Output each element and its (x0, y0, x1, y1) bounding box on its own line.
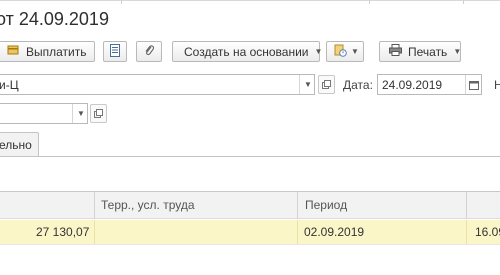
document-list-icon (109, 43, 121, 60)
document-list-button[interactable] (103, 41, 127, 62)
cell-period: 02.09.2019 (304, 225, 365, 239)
table-row-bottom-border (0, 244, 500, 245)
pay-button[interactable]: Выплатить (0, 41, 95, 62)
create-based-on-label: Создать на основании (184, 44, 309, 59)
column-header-territory[interactable]: Терр., усл. труда (101, 198, 195, 212)
tab-additional[interactable]: ельно (0, 132, 39, 156)
printer-icon (389, 44, 402, 59)
status-icon (334, 44, 347, 60)
chevron-down-icon: ▼ (314, 47, 323, 56)
cell-date-end: 16.09 (475, 225, 500, 239)
column-separator (94, 192, 95, 219)
chevron-down-icon: ▼ (351, 47, 359, 56)
attachment-button[interactable] (136, 41, 162, 62)
next-field-label: Н (494, 78, 500, 92)
column-separator (466, 192, 467, 219)
status-button[interactable]: ▼ (326, 41, 364, 62)
tab-divider (0, 156, 500, 157)
chevron-down-icon: ▼ (453, 47, 462, 56)
window-top-edge (0, 0, 500, 4)
print-button[interactable]: Печать ▼ (379, 41, 461, 62)
row-separator (466, 220, 467, 244)
date-label: Дата: (343, 78, 373, 92)
page-title: от 24.09.2019 (0, 9, 109, 29)
row-separator (94, 220, 95, 244)
calendar-icon[interactable] (465, 75, 482, 94)
date-field[interactable]: 24.09.2019 (377, 74, 482, 95)
cell-amount: 27 130,07 (36, 225, 90, 239)
pay-button-label: Выплатить (26, 44, 87, 59)
organization-field[interactable]: и-Ц ▼ (0, 74, 315, 95)
chevron-down-icon[interactable]: ▼ (299, 75, 316, 94)
open-icon[interactable] (318, 75, 335, 94)
open-icon[interactable] (90, 104, 107, 123)
column-separator (297, 192, 298, 219)
chevron-down-icon[interactable]: ▼ (72, 104, 89, 123)
column-header-period[interactable]: Период (305, 198, 347, 212)
table-header: Терр., усл. труда Период (0, 192, 500, 219)
create-based-on-button[interactable]: Создать на основании ▼ (172, 41, 323, 62)
date-value: 24.09.2019 (382, 78, 443, 92)
print-button-label: Печать (408, 44, 448, 59)
organization-value: и-Ц (0, 78, 19, 92)
row-separator (297, 220, 298, 244)
attachment-icon (143, 44, 155, 60)
table-row[interactable]: 27 130,07 02.09.2019 16.09 (0, 220, 500, 244)
tab-label: ельно (0, 138, 32, 152)
pay-icon (7, 44, 19, 59)
secondary-field[interactable]: ▼ (0, 103, 88, 124)
